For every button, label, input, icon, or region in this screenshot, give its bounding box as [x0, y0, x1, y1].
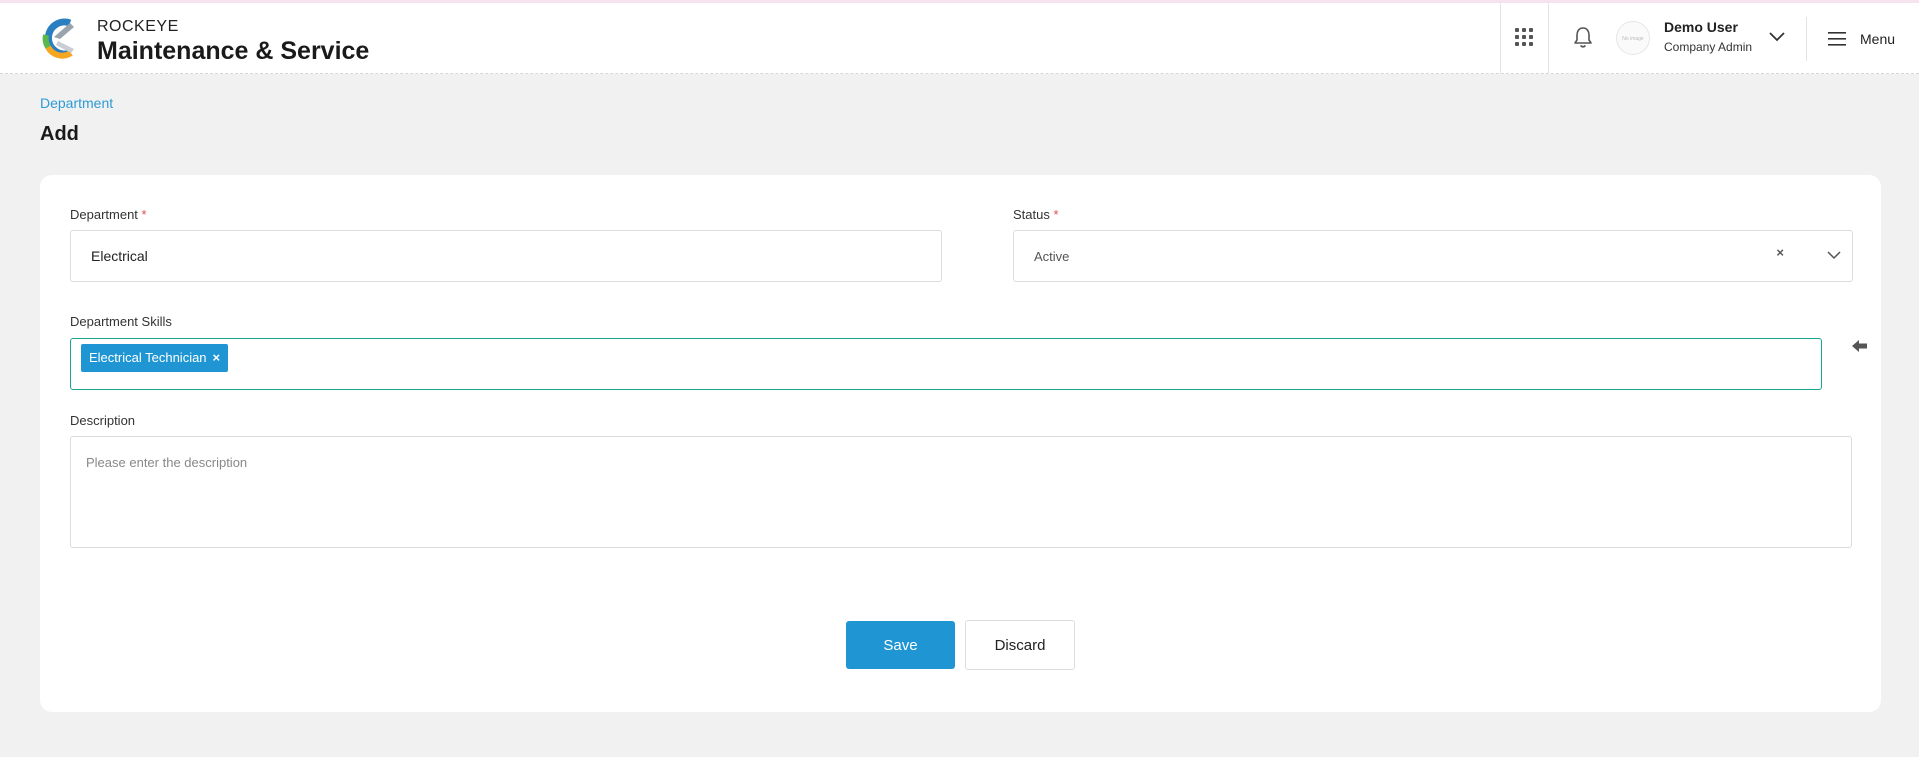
bell-icon[interactable] — [1572, 25, 1594, 49]
brand-name: ROCKEYE — [97, 18, 179, 35]
user-role: Company Admin — [1664, 40, 1753, 54]
clear-icon[interactable]: × — [1776, 245, 1784, 260]
arrow-left-icon[interactable] — [1852, 339, 1868, 353]
hamburger-icon — [1828, 32, 1846, 46]
department-field[interactable]: Electrical — [70, 230, 942, 282]
department-field-value: Electrical — [91, 248, 148, 264]
discard-button[interactable]: Discard — [965, 620, 1075, 670]
skill-chip-label: Electrical Technician — [89, 350, 207, 365]
save-button[interactable]: Save — [846, 621, 955, 669]
page-title: Add — [40, 123, 79, 145]
app-title: Maintenance & Service — [97, 37, 370, 65]
skill-chip: Electrical Technician × — [81, 344, 229, 372]
user-name: Demo User — [1664, 19, 1738, 35]
department-skills-label: Department Skills — [70, 314, 172, 329]
app-header: ROCKEYE Maintenance & Service No image D… — [0, 3, 1919, 74]
menu-label: Menu — [1860, 31, 1896, 47]
status-label: Status * — [1013, 207, 1059, 222]
rockeye-logo-icon — [42, 18, 74, 59]
menu-button[interactable]: Menu — [1828, 29, 1918, 51]
remove-chip-icon[interactable]: × — [213, 350, 221, 365]
department-skills-input[interactable]: Electrical Technician × — [70, 338, 1822, 390]
required-mark: * — [141, 207, 147, 222]
description-textarea[interactable] — [70, 436, 1852, 548]
department-label: Department * — [70, 207, 147, 222]
status-selected-value: Active — [1034, 249, 1070, 264]
required-mark: * — [1053, 207, 1059, 222]
description-label: Description — [70, 413, 136, 428]
chevron-down-icon[interactable] — [1768, 29, 1786, 43]
header-divider — [1500, 3, 1501, 74]
chevron-down-icon[interactable] — [1826, 249, 1842, 261]
breadcrumb[interactable]: Department — [40, 95, 113, 111]
status-select[interactable]: Active × — [1013, 230, 1853, 282]
header-divider — [1548, 3, 1549, 74]
form-card: Department * Electrical Status * Active … — [40, 175, 1881, 712]
header-divider — [1806, 17, 1807, 61]
department-label-text: Department — [70, 207, 138, 222]
avatar[interactable]: No image — [1616, 21, 1650, 55]
grid-apps-icon[interactable] — [1515, 28, 1535, 48]
status-label-text: Status — [1013, 207, 1050, 222]
